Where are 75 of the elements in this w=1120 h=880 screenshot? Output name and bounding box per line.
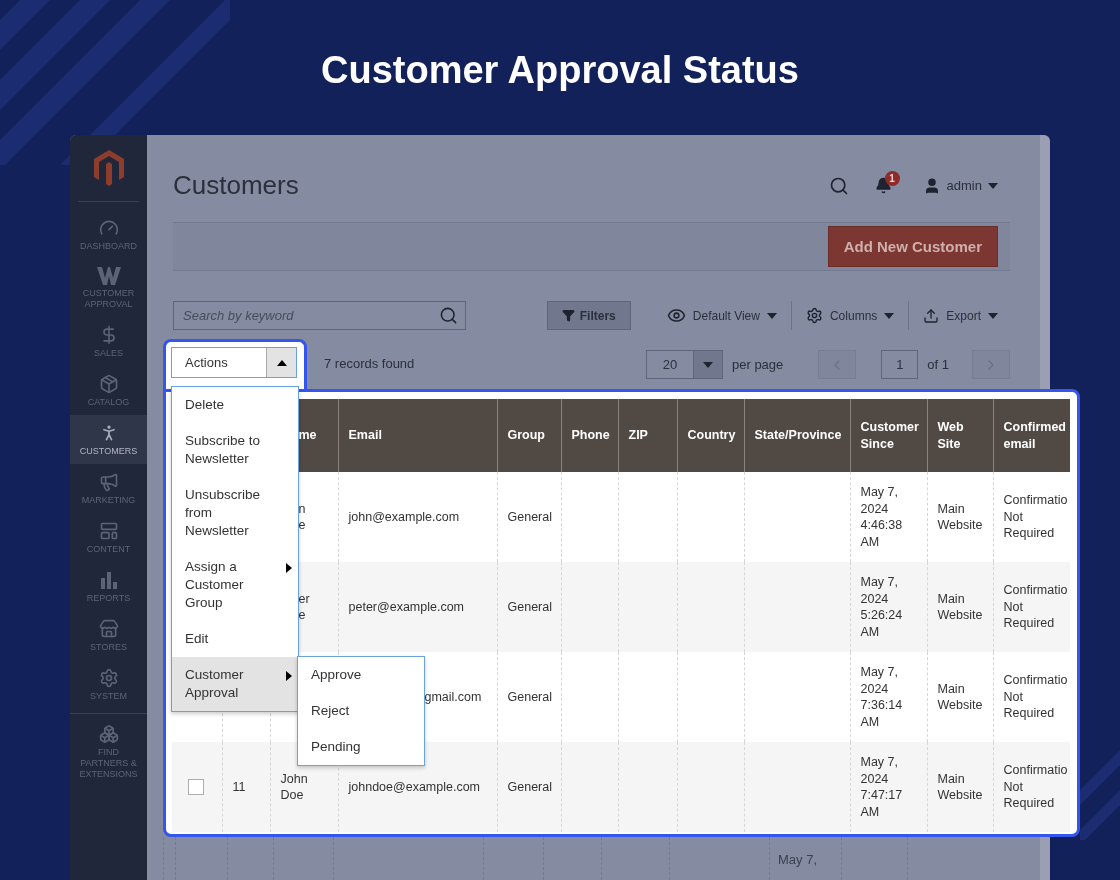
columns-dropdown[interactable]: Columns xyxy=(790,301,909,331)
settings-icon xyxy=(98,668,119,688)
w-logo-icon xyxy=(96,267,121,285)
menu-item[interactable]: Subscribe to Newsletter xyxy=(172,423,298,478)
table-cell: General xyxy=(497,742,561,833)
menu-item[interactable]: Assign a Customer Group xyxy=(172,549,298,622)
megaphone-icon xyxy=(98,472,119,492)
view-dropdown[interactable]: Default View xyxy=(652,301,791,331)
caret-icon xyxy=(766,312,777,319)
table-cell: Confirmatio Not Required xyxy=(993,742,1070,833)
page-number-field[interactable]: 1 xyxy=(881,350,919,380)
table-cell: General xyxy=(497,562,561,653)
menu-item[interactable]: Unsubscribe from Newsletter xyxy=(172,477,298,550)
menu-item[interactable]: Delete xyxy=(172,387,298,424)
bar-chart-icon xyxy=(98,570,119,590)
row-checkbox[interactable] xyxy=(188,779,204,796)
column-header[interactable]: Phone xyxy=(571,427,614,445)
menu-item[interactable]: Customer Approval xyxy=(172,657,298,712)
actions-dropdown[interactable]: Actions xyxy=(171,347,297,379)
caret-icon xyxy=(884,312,895,319)
caret-icon xyxy=(988,182,998,189)
table-cell: john@example.com xyxy=(338,472,497,563)
user-menu[interactable]: admin xyxy=(922,176,998,195)
logo-icon xyxy=(93,150,124,186)
submenu-arrow-icon xyxy=(286,671,292,682)
per-page-label: per page xyxy=(732,357,784,373)
caret-icon xyxy=(276,359,287,366)
records-count: 7 records found xyxy=(324,356,415,372)
blocks-icon xyxy=(98,724,119,744)
table-cell: Confirmatio Not Required xyxy=(993,652,1070,743)
table-cell: Main Website xyxy=(927,742,993,833)
table-cell: May 7, 2024 5:26:24 AM xyxy=(850,562,927,653)
table-cell: May 7, 2024 4:46:38 AM xyxy=(850,472,927,563)
table-cell: Confirmatio Not Required xyxy=(993,562,1070,653)
per-page-dropdown[interactable]: 20 xyxy=(646,350,723,380)
page-count: of 1 xyxy=(927,357,949,373)
submenu-item[interactable]: Approve xyxy=(298,657,424,694)
box-icon xyxy=(98,374,119,394)
table-cell: May 7, 2024 7:36:14 AM xyxy=(850,652,927,743)
upload-icon xyxy=(923,307,940,324)
page-title: Customers xyxy=(173,170,300,202)
add-new-customer-button[interactable]: Add New Customer xyxy=(827,225,998,267)
table-cell: May 7, 2024 7:47:17 AM xyxy=(850,742,927,833)
column-header[interactable]: me xyxy=(298,427,334,445)
search-icon[interactable] xyxy=(439,306,458,326)
notification-badge: 1 xyxy=(884,170,900,186)
table-cell: 11 xyxy=(222,742,270,833)
page-heading: Customer Approval Status xyxy=(320,48,800,93)
caret-icon xyxy=(703,361,713,368)
search-icon[interactable] xyxy=(828,175,849,196)
submenu-item[interactable]: Reject xyxy=(298,693,424,730)
search-field[interactable]: Search by keyword xyxy=(173,301,466,331)
store-icon xyxy=(98,619,119,639)
column-header[interactable]: Group xyxy=(507,427,557,445)
menu-item[interactable]: Edit xyxy=(172,621,298,658)
export-dropdown[interactable]: Export xyxy=(908,301,1010,331)
table-cell: General xyxy=(497,472,561,563)
table-cell: Main Website xyxy=(927,562,993,653)
caret-icon xyxy=(988,312,998,319)
layout-icon xyxy=(98,521,119,541)
submenu-item[interactable]: Pending xyxy=(298,729,424,766)
column-header[interactable]: Country xyxy=(687,427,740,445)
table-cell: peter@example.com xyxy=(338,562,497,653)
notification-bell-icon[interactable] xyxy=(874,177,892,195)
table-cell-text: May 7, xyxy=(777,851,818,868)
table-cell: Main Website xyxy=(927,472,993,563)
table-cell: Main Website xyxy=(927,652,993,743)
table-cell: General xyxy=(497,652,561,743)
sidebar-item[interactable]: CUSTOMERS xyxy=(70,415,147,464)
gear-icon xyxy=(805,307,823,325)
funnel-icon xyxy=(561,309,575,323)
submenu-arrow-icon xyxy=(286,563,292,574)
gauge-icon xyxy=(98,218,119,238)
table-cell: Confirmatio Not Required xyxy=(993,472,1070,563)
column-header[interactable]: ZIP xyxy=(628,427,673,445)
